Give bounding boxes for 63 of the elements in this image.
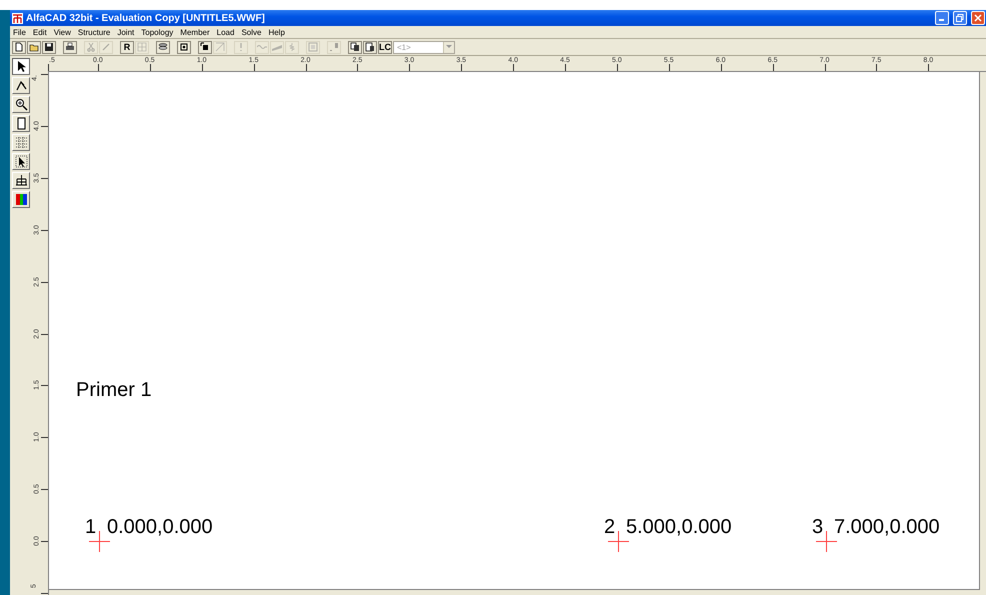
wave-icon [257, 42, 267, 52]
drawing-title: Primer 1 [76, 379, 152, 402]
menu-item[interactable]: View [54, 28, 71, 36]
new-page-icon [14, 42, 24, 52]
app-icon [12, 12, 23, 24]
toolbar-button[interactable] [12, 40, 26, 54]
color-bars-icon [14, 193, 28, 206]
zoom-icon [14, 98, 28, 111]
window-title: AlfaCAD 32bit - Evaluation Copy [UNTITLE5.WWF] [26, 12, 266, 24]
menu-item[interactable]: Solve [241, 28, 262, 36]
frame-structure-icon [14, 174, 28, 187]
layers-icon [158, 42, 168, 52]
menu-item[interactable]: Member [180, 28, 210, 36]
toolbar-button[interactable] [363, 40, 377, 54]
menu-item[interactable]: Topology [141, 28, 174, 36]
toolbar-button[interactable]: LC [378, 40, 392, 54]
tool-button[interactable] [12, 58, 30, 75]
bar-icon [329, 42, 339, 52]
toolbar-button[interactable] [198, 40, 212, 54]
target-icon [179, 42, 189, 52]
copy-icon [350, 42, 360, 52]
selection-icon [14, 155, 28, 168]
node-cross-icon [608, 531, 629, 552]
menu-item[interactable]: Load [216, 28, 234, 36]
folder-icon [29, 42, 39, 52]
paste-icon [365, 42, 375, 52]
caret-icon [446, 45, 452, 49]
pen-icon [14, 79, 28, 92]
toolbar-button[interactable]: R [120, 40, 134, 54]
toolbar-button[interactable] [42, 40, 56, 54]
printer-icon [65, 42, 75, 52]
toolbar-button[interactable] [156, 40, 170, 54]
node-number: 2 [604, 516, 616, 539]
toolbar-button[interactable] [27, 40, 41, 54]
panel-icon [308, 42, 318, 52]
beam-icon [272, 42, 282, 52]
node-number: 3 [812, 516, 824, 539]
save-icon [44, 42, 54, 52]
pencil-icon [101, 42, 111, 52]
close-button[interactable] [971, 11, 985, 25]
node-icon [200, 42, 210, 52]
restore-icon [956, 14, 964, 22]
toolbar-button[interactable] [348, 40, 362, 54]
node-coordinates: 5.000,0.000 [626, 516, 732, 539]
minimize-button[interactable] [935, 11, 949, 25]
menu-item[interactable]: Structure [78, 28, 110, 36]
close-icon [974, 14, 982, 22]
spring-icon [287, 42, 297, 52]
table-icon [14, 136, 28, 149]
node-number: 1 [85, 516, 96, 539]
node-coordinates: 0.000,0.000 [107, 516, 213, 539]
scissors-icon [86, 42, 96, 52]
restore-button[interactable] [953, 11, 967, 25]
toolbar-button[interactable] [63, 40, 77, 54]
menu-item[interactable]: Joint [117, 28, 134, 36]
page-icon [14, 117, 28, 130]
toolbar-button[interactable] [177, 40, 191, 54]
menu-item[interactable]: File [13, 28, 26, 36]
grid-icon [137, 42, 147, 52]
menu-item[interactable]: Help [268, 28, 285, 36]
menu-item[interactable]: Edit [32, 28, 47, 36]
node-coordinates: 7.000,0.000 [834, 516, 940, 539]
diagonal-icon [215, 42, 225, 52]
